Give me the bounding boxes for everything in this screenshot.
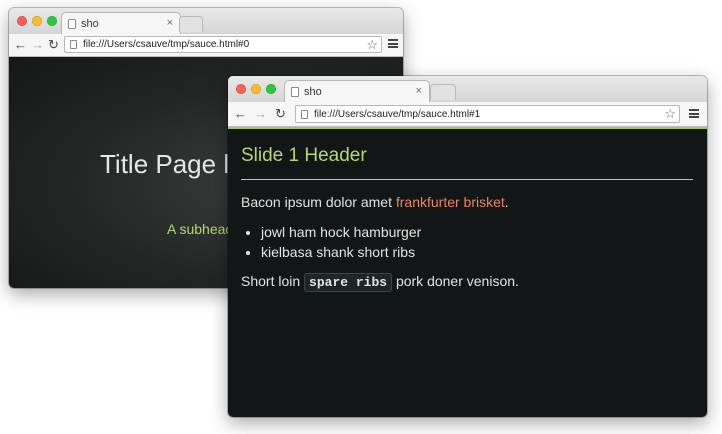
page-icon: [301, 109, 308, 119]
slide-title: Title Page l: [100, 149, 230, 179]
header-divider: [241, 179, 693, 180]
tab-close-icon[interactable]: ×: [416, 85, 422, 97]
tab-close-icon[interactable]: ×: [167, 17, 173, 29]
url-text[interactable]: file:///Users/csauve/tmp/sauce.html#1: [314, 109, 480, 120]
tab-title: sho: [304, 85, 322, 98]
menu-icon[interactable]: [388, 39, 398, 48]
list-item: jowl ham hock hamburger: [261, 222, 421, 242]
forward-arrow-icon[interactable]: →: [254, 106, 267, 122]
bookmark-star-icon[interactable]: ☆: [366, 37, 378, 52]
window-controls: [236, 84, 276, 94]
reload-icon[interactable]: ↻: [275, 106, 286, 122]
window-controls: [17, 16, 57, 26]
slide-link[interactable]: frankfurter brisket: [396, 194, 505, 210]
new-tab-button[interactable]: [179, 16, 203, 32]
close-window-button[interactable]: [236, 84, 246, 94]
zoom-window-button[interactable]: [47, 16, 57, 26]
page-icon: [70, 40, 77, 49]
bullet-list: jowl ham hock hamburger kielbasa shank s…: [241, 222, 421, 262]
paragraph-text: Bacon ipsum dolor amet: [241, 194, 396, 210]
browser-window-front: sho × ← → ↻ file:///Users/csauve/tmp/sau…: [228, 76, 707, 417]
tab-title: sho: [81, 17, 99, 30]
paragraph-text: Short loin: [241, 273, 305, 289]
page-icon: [68, 18, 76, 29]
minimize-window-button[interactable]: [32, 16, 42, 26]
page-icon: [291, 86, 299, 97]
back-arrow-icon[interactable]: ←: [234, 106, 247, 122]
minimize-window-button[interactable]: [251, 84, 261, 94]
menu-icon[interactable]: [689, 109, 699, 118]
paragraph-text: .: [504, 194, 509, 210]
address-bar[interactable]: file:///Users/csauve/tmp/sauce.html#0 ☆: [64, 36, 382, 53]
zoom-window-button[interactable]: [266, 84, 276, 94]
back-arrow-icon[interactable]: ←: [14, 37, 27, 53]
slide-canvas: Slide 1 Header Bacon ipsum dolor amet fr…: [228, 127, 707, 417]
close-window-button[interactable]: [17, 16, 27, 26]
browser-tab[interactable]: sho ×: [61, 12, 181, 34]
list-item: kielbasa shank short ribs: [261, 242, 421, 262]
browser-toolbar: ← → ↻ file:///Users/csauve/tmp/sauce.htm…: [9, 34, 403, 57]
browser-tab[interactable]: sho ×: [284, 80, 430, 102]
tab-bar: sho ×: [228, 76, 707, 102]
url-text[interactable]: file:///Users/csauve/tmp/sauce.html#0: [83, 39, 249, 50]
inline-code: spare ribs: [304, 273, 393, 292]
reload-icon[interactable]: ↻: [48, 37, 59, 53]
new-tab-button[interactable]: [430, 84, 456, 100]
paragraph-text: pork doner venison.: [392, 273, 519, 289]
slide-paragraph: Bacon ipsum dolor amet frankfurter brisk…: [241, 194, 509, 210]
browser-toolbar: ← → ↻ file:///Users/csauve/tmp/sauce.htm…: [228, 102, 707, 127]
address-bar[interactable]: file:///Users/csauve/tmp/sauce.html#1 ☆: [295, 105, 680, 123]
slide-paragraph: Short loin spare ribs pork doner venison…: [241, 273, 519, 292]
bookmark-star-icon[interactable]: ☆: [664, 106, 676, 121]
slide-header: Slide 1 Header: [241, 145, 367, 166]
slide-subtitle: A subhead: [167, 221, 234, 237]
tab-bar: sho ×: [9, 8, 403, 34]
forward-arrow-icon[interactable]: →: [31, 37, 44, 53]
